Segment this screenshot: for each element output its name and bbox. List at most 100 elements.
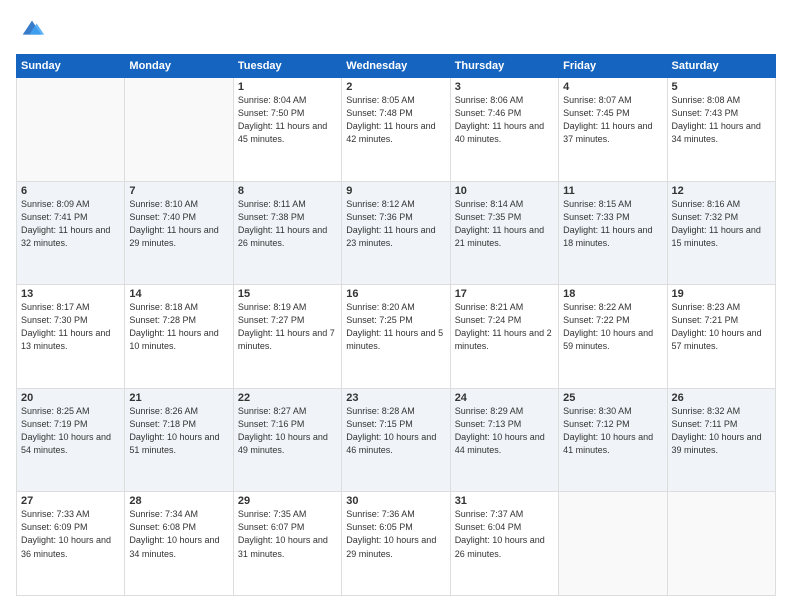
day-info: Sunrise: 8:16 AM Sunset: 7:32 PM Dayligh… xyxy=(672,198,771,250)
calendar-week-row: 6Sunrise: 8:09 AM Sunset: 7:41 PM Daylig… xyxy=(17,181,776,285)
day-info: Sunrise: 8:21 AM Sunset: 7:24 PM Dayligh… xyxy=(455,301,554,353)
calendar-cell: 29Sunrise: 7:35 AM Sunset: 6:07 PM Dayli… xyxy=(233,492,341,596)
calendar-week-row: 13Sunrise: 8:17 AM Sunset: 7:30 PM Dayli… xyxy=(17,285,776,389)
day-info: Sunrise: 8:25 AM Sunset: 7:19 PM Dayligh… xyxy=(21,405,120,457)
calendar-cell: 1Sunrise: 8:04 AM Sunset: 7:50 PM Daylig… xyxy=(233,78,341,182)
calendar-cell: 13Sunrise: 8:17 AM Sunset: 7:30 PM Dayli… xyxy=(17,285,125,389)
calendar-table: SundayMondayTuesdayWednesdayThursdayFrid… xyxy=(16,54,776,596)
day-info: Sunrise: 8:15 AM Sunset: 7:33 PM Dayligh… xyxy=(563,198,662,250)
calendar-cell: 10Sunrise: 8:14 AM Sunset: 7:35 PM Dayli… xyxy=(450,181,558,285)
day-info: Sunrise: 8:07 AM Sunset: 7:45 PM Dayligh… xyxy=(563,94,662,146)
day-number: 10 xyxy=(455,185,554,197)
calendar-cell: 17Sunrise: 8:21 AM Sunset: 7:24 PM Dayli… xyxy=(450,285,558,389)
day-info: Sunrise: 8:32 AM Sunset: 7:11 PM Dayligh… xyxy=(672,405,771,457)
day-number: 17 xyxy=(455,288,554,300)
calendar-header-wednesday: Wednesday xyxy=(342,55,450,78)
day-number: 18 xyxy=(563,288,662,300)
day-number: 19 xyxy=(672,288,771,300)
calendar-week-row: 27Sunrise: 7:33 AM Sunset: 6:09 PM Dayli… xyxy=(17,492,776,596)
calendar-cell: 30Sunrise: 7:36 AM Sunset: 6:05 PM Dayli… xyxy=(342,492,450,596)
day-number: 5 xyxy=(672,81,771,93)
page: SundayMondayTuesdayWednesdayThursdayFrid… xyxy=(0,0,792,612)
day-info: Sunrise: 8:20 AM Sunset: 7:25 PM Dayligh… xyxy=(346,301,445,353)
day-info: Sunrise: 8:10 AM Sunset: 7:40 PM Dayligh… xyxy=(129,198,228,250)
day-info: Sunrise: 8:06 AM Sunset: 7:46 PM Dayligh… xyxy=(455,94,554,146)
day-info: Sunrise: 8:04 AM Sunset: 7:50 PM Dayligh… xyxy=(238,94,337,146)
day-number: 15 xyxy=(238,288,337,300)
calendar-week-row: 20Sunrise: 8:25 AM Sunset: 7:19 PM Dayli… xyxy=(17,388,776,492)
day-info: Sunrise: 8:05 AM Sunset: 7:48 PM Dayligh… xyxy=(346,94,445,146)
calendar-cell xyxy=(559,492,667,596)
day-number: 21 xyxy=(129,392,228,404)
day-number: 4 xyxy=(563,81,662,93)
calendar-cell: 28Sunrise: 7:34 AM Sunset: 6:08 PM Dayli… xyxy=(125,492,233,596)
day-info: Sunrise: 8:30 AM Sunset: 7:12 PM Dayligh… xyxy=(563,405,662,457)
calendar-cell: 12Sunrise: 8:16 AM Sunset: 7:32 PM Dayli… xyxy=(667,181,775,285)
calendar-cell: 14Sunrise: 8:18 AM Sunset: 7:28 PM Dayli… xyxy=(125,285,233,389)
logo-icon xyxy=(18,16,46,44)
calendar-header-tuesday: Tuesday xyxy=(233,55,341,78)
day-info: Sunrise: 7:33 AM Sunset: 6:09 PM Dayligh… xyxy=(21,508,120,560)
header xyxy=(16,16,776,44)
day-number: 25 xyxy=(563,392,662,404)
calendar-cell: 6Sunrise: 8:09 AM Sunset: 7:41 PM Daylig… xyxy=(17,181,125,285)
calendar-week-row: 1Sunrise: 8:04 AM Sunset: 7:50 PM Daylig… xyxy=(17,78,776,182)
calendar-cell: 2Sunrise: 8:05 AM Sunset: 7:48 PM Daylig… xyxy=(342,78,450,182)
day-number: 31 xyxy=(455,495,554,507)
day-info: Sunrise: 8:12 AM Sunset: 7:36 PM Dayligh… xyxy=(346,198,445,250)
calendar-header-sunday: Sunday xyxy=(17,55,125,78)
day-number: 20 xyxy=(21,392,120,404)
calendar-cell: 21Sunrise: 8:26 AM Sunset: 7:18 PM Dayli… xyxy=(125,388,233,492)
day-number: 28 xyxy=(129,495,228,507)
day-info: Sunrise: 7:37 AM Sunset: 6:04 PM Dayligh… xyxy=(455,508,554,560)
day-info: Sunrise: 8:11 AM Sunset: 7:38 PM Dayligh… xyxy=(238,198,337,250)
day-info: Sunrise: 7:34 AM Sunset: 6:08 PM Dayligh… xyxy=(129,508,228,560)
day-number: 3 xyxy=(455,81,554,93)
day-number: 8 xyxy=(238,185,337,197)
day-number: 12 xyxy=(672,185,771,197)
calendar-header-friday: Friday xyxy=(559,55,667,78)
day-info: Sunrise: 8:23 AM Sunset: 7:21 PM Dayligh… xyxy=(672,301,771,353)
calendar-cell: 16Sunrise: 8:20 AM Sunset: 7:25 PM Dayli… xyxy=(342,285,450,389)
day-info: Sunrise: 8:08 AM Sunset: 7:43 PM Dayligh… xyxy=(672,94,771,146)
day-info: Sunrise: 8:19 AM Sunset: 7:27 PM Dayligh… xyxy=(238,301,337,353)
day-number: 2 xyxy=(346,81,445,93)
day-number: 11 xyxy=(563,185,662,197)
calendar-cell: 25Sunrise: 8:30 AM Sunset: 7:12 PM Dayli… xyxy=(559,388,667,492)
calendar-header-row: SundayMondayTuesdayWednesdayThursdayFrid… xyxy=(17,55,776,78)
day-number: 23 xyxy=(346,392,445,404)
calendar-cell: 3Sunrise: 8:06 AM Sunset: 7:46 PM Daylig… xyxy=(450,78,558,182)
calendar-cell: 5Sunrise: 8:08 AM Sunset: 7:43 PM Daylig… xyxy=(667,78,775,182)
calendar-cell: 27Sunrise: 7:33 AM Sunset: 6:09 PM Dayli… xyxy=(17,492,125,596)
day-number: 1 xyxy=(238,81,337,93)
calendar-cell: 22Sunrise: 8:27 AM Sunset: 7:16 PM Dayli… xyxy=(233,388,341,492)
logo xyxy=(16,16,46,44)
calendar-cell: 23Sunrise: 8:28 AM Sunset: 7:15 PM Dayli… xyxy=(342,388,450,492)
calendar-cell: 19Sunrise: 8:23 AM Sunset: 7:21 PM Dayli… xyxy=(667,285,775,389)
calendar-cell: 18Sunrise: 8:22 AM Sunset: 7:22 PM Dayli… xyxy=(559,285,667,389)
day-number: 16 xyxy=(346,288,445,300)
day-number: 27 xyxy=(21,495,120,507)
day-info: Sunrise: 7:35 AM Sunset: 6:07 PM Dayligh… xyxy=(238,508,337,560)
day-number: 7 xyxy=(129,185,228,197)
day-info: Sunrise: 7:36 AM Sunset: 6:05 PM Dayligh… xyxy=(346,508,445,560)
calendar-header-saturday: Saturday xyxy=(667,55,775,78)
calendar-cell: 20Sunrise: 8:25 AM Sunset: 7:19 PM Dayli… xyxy=(17,388,125,492)
calendar-header-monday: Monday xyxy=(125,55,233,78)
calendar-cell: 15Sunrise: 8:19 AM Sunset: 7:27 PM Dayli… xyxy=(233,285,341,389)
calendar-cell xyxy=(125,78,233,182)
calendar-cell: 26Sunrise: 8:32 AM Sunset: 7:11 PM Dayli… xyxy=(667,388,775,492)
day-info: Sunrise: 8:29 AM Sunset: 7:13 PM Dayligh… xyxy=(455,405,554,457)
day-info: Sunrise: 8:27 AM Sunset: 7:16 PM Dayligh… xyxy=(238,405,337,457)
calendar-cell: 11Sunrise: 8:15 AM Sunset: 7:33 PM Dayli… xyxy=(559,181,667,285)
day-number: 13 xyxy=(21,288,120,300)
day-info: Sunrise: 8:22 AM Sunset: 7:22 PM Dayligh… xyxy=(563,301,662,353)
day-info: Sunrise: 8:14 AM Sunset: 7:35 PM Dayligh… xyxy=(455,198,554,250)
day-number: 26 xyxy=(672,392,771,404)
calendar-cell xyxy=(667,492,775,596)
day-info: Sunrise: 8:17 AM Sunset: 7:30 PM Dayligh… xyxy=(21,301,120,353)
day-number: 22 xyxy=(238,392,337,404)
calendar-cell: 7Sunrise: 8:10 AM Sunset: 7:40 PM Daylig… xyxy=(125,181,233,285)
day-number: 24 xyxy=(455,392,554,404)
calendar-cell: 24Sunrise: 8:29 AM Sunset: 7:13 PM Dayli… xyxy=(450,388,558,492)
